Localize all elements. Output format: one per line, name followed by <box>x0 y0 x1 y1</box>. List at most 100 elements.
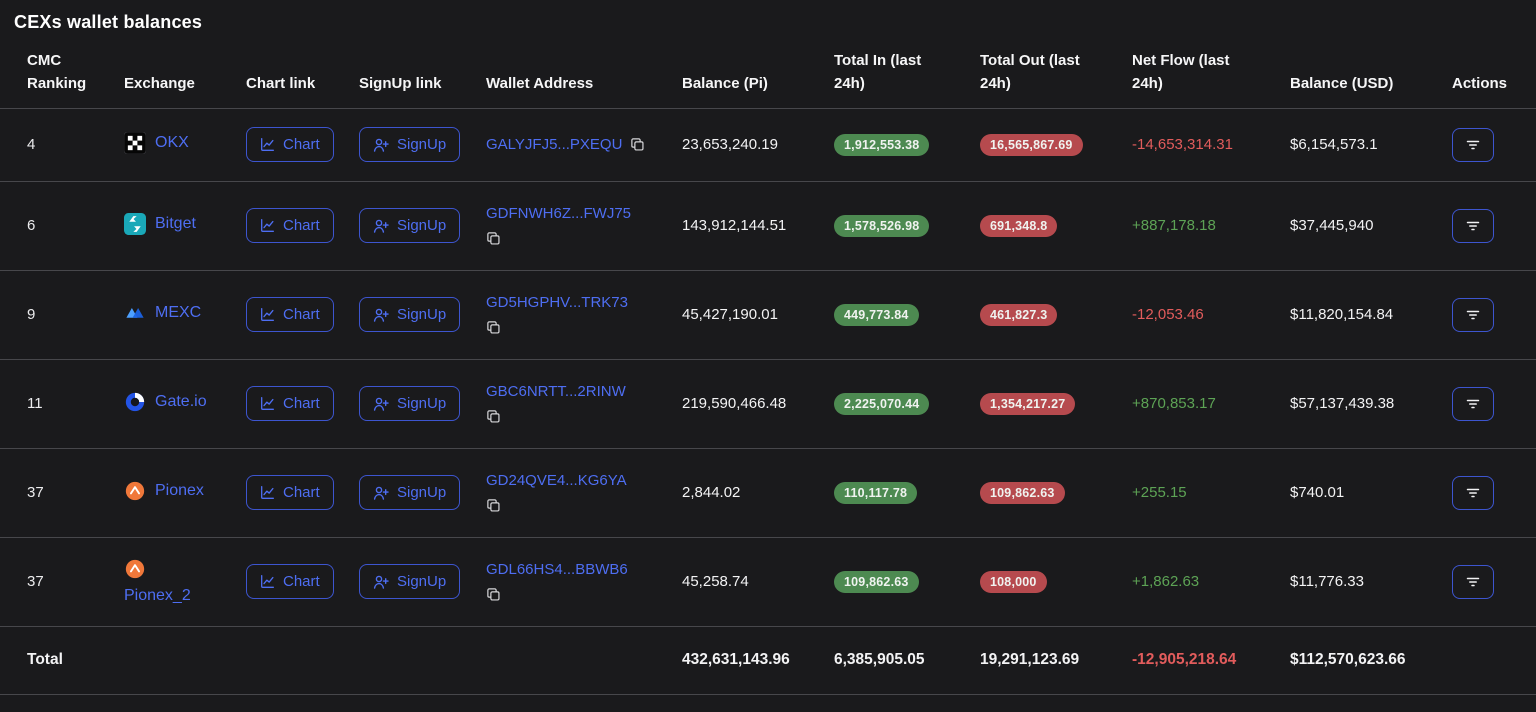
signup-button[interactable]: SignUp <box>359 297 460 332</box>
total-out-cell: 16,565,867.69 <box>980 134 1132 156</box>
total-out-sum: 19,291,123.69 <box>980 651 1132 669</box>
copy-address-button[interactable] <box>486 587 501 602</box>
copy-address-button[interactable] <box>630 137 645 152</box>
chart-button[interactable]: Chart <box>246 297 334 332</box>
total-in-badge: 1,912,553.38 <box>834 134 929 156</box>
signup-link-cell: SignUp <box>359 475 486 510</box>
balance-pi-cell: 45,427,190.01 <box>682 306 834 323</box>
pionex-logo-icon <box>124 480 146 502</box>
table-total-row: Total 432,631,143.96 6,385,905.05 19,291… <box>0 627 1536 695</box>
row-actions-button[interactable] <box>1452 128 1494 162</box>
filter-icon <box>1465 574 1481 590</box>
total-balance-pi: 432,631,143.96 <box>682 651 834 669</box>
exchange-link-okx[interactable]: OKX <box>124 132 189 154</box>
wallet-address-cell: GDL66HS4...BBWB6 <box>486 561 682 602</box>
exchange-name: OKX <box>155 134 189 152</box>
total-out-badge: 691,348.8 <box>980 215 1057 237</box>
signup-button[interactable]: SignUp <box>359 564 460 599</box>
balance-pi-cell: 219,590,466.48 <box>682 395 834 412</box>
wallet-address-link[interactable]: GD5HGPHV...TRK73 <box>486 294 628 311</box>
total-out-cell: 1,354,217.27 <box>980 393 1132 415</box>
copy-icon <box>486 231 501 246</box>
row-actions-button[interactable] <box>1452 209 1494 243</box>
total-in-cell: 1,912,553.38 <box>834 134 980 156</box>
copy-address-button[interactable] <box>486 231 501 246</box>
wallet-address-link[interactable]: GD24QVE4...KG6YA <box>486 472 627 489</box>
total-out-cell: 461,827.3 <box>980 304 1132 326</box>
total-in-badge: 449,773.84 <box>834 304 919 326</box>
copy-address-button[interactable] <box>486 498 501 513</box>
wallet-address-link[interactable]: GDL66HS4...BBWB6 <box>486 561 628 578</box>
total-in-cell: 110,117.78 <box>834 482 980 504</box>
col-header-wallet-address: Wallet Address <box>486 72 682 95</box>
total-in-cell: 2,225,070.44 <box>834 393 980 415</box>
total-in-sum: 6,385,905.05 <box>834 651 980 669</box>
copy-icon <box>486 587 501 602</box>
gateio-logo-icon <box>124 391 146 413</box>
balance-usd-cell: $6,154,573.1 <box>1290 136 1452 153</box>
exchange-link-mexc[interactable]: MEXC <box>124 302 201 324</box>
wallet-address-link[interactable]: GDFNWH6Z...FWJ75 <box>486 205 631 222</box>
net-flow-cell: -14,653,314.31 <box>1132 136 1290 153</box>
copy-address-button[interactable] <box>486 409 501 424</box>
balance-pi-cell: 143,912,144.51 <box>682 217 834 234</box>
exchange-link-bitget[interactable]: Bitget <box>124 213 196 235</box>
filter-icon <box>1465 396 1481 412</box>
actions-cell <box>1452 298 1520 332</box>
col-header-total-out: Total Out (last 24h) <box>980 49 1132 96</box>
chart-link-cell: Chart <box>246 475 359 510</box>
exchange-cell: Pionex_2 <box>124 558 246 605</box>
row-actions-button[interactable] <box>1452 298 1494 332</box>
total-net-flow: -12,905,218.64 <box>1132 651 1290 669</box>
copy-icon <box>486 409 501 424</box>
table-row: 37 Pionex Chart SignUp <box>0 449 1536 538</box>
chart-button[interactable]: Chart <box>246 564 334 599</box>
total-in-badge: 1,578,526.98 <box>834 215 929 237</box>
chart-button[interactable]: Chart <box>246 386 334 421</box>
total-in-badge: 2,225,070.44 <box>834 393 929 415</box>
filter-icon <box>1465 485 1481 501</box>
total-out-cell: 108,000 <box>980 571 1132 593</box>
actions-cell <box>1452 209 1520 243</box>
total-out-badge: 109,862.63 <box>980 482 1065 504</box>
net-flow-cell: -12,053.46 <box>1132 306 1290 323</box>
exchange-link-pionex[interactable]: Pionex <box>124 480 204 502</box>
chart-button[interactable]: Chart <box>246 127 334 162</box>
wallet-address-link[interactable]: GBC6NRTT...2RINW <box>486 383 626 400</box>
chart-button[interactable]: Chart <box>246 475 334 510</box>
col-header-cmc-ranking: CMC Ranking <box>27 49 124 96</box>
col-header-balance-usd: Balance (USD) <box>1290 72 1452 95</box>
line-chart-icon <box>260 218 275 233</box>
chart-button[interactable]: Chart <box>246 208 334 243</box>
balance-pi-cell: 45,258.74 <box>682 573 834 590</box>
actions-cell <box>1452 387 1520 421</box>
signup-button[interactable]: SignUp <box>359 127 460 162</box>
signup-button[interactable]: SignUp <box>359 386 460 421</box>
chart-link-cell: Chart <box>246 386 359 421</box>
actions-cell <box>1452 565 1520 599</box>
signup-link-cell: SignUp <box>359 127 486 162</box>
copy-icon <box>630 137 645 152</box>
copy-address-button[interactable] <box>486 320 501 335</box>
total-in-badge: 110,117.78 <box>834 482 917 504</box>
line-chart-icon <box>260 396 275 411</box>
exchange-cell: Gate.io <box>124 391 246 417</box>
wallet-address-link[interactable]: GALYJFJ5...PXEQU <box>486 136 622 153</box>
total-out-badge: 108,000 <box>980 571 1047 593</box>
chart-link-cell: Chart <box>246 208 359 243</box>
signup-button[interactable]: SignUp <box>359 475 460 510</box>
row-actions-button[interactable] <box>1452 565 1494 599</box>
signup-link-cell: SignUp <box>359 208 486 243</box>
exchange-link-pionex-2[interactable]: Pionex_2 <box>124 558 191 605</box>
row-actions-button[interactable] <box>1452 387 1494 421</box>
table-row: 37 Pionex_2 Chart SignUp <box>0 538 1536 627</box>
exchange-link-gateio[interactable]: Gate.io <box>124 391 207 413</box>
row-actions-button[interactable] <box>1452 476 1494 510</box>
copy-icon <box>486 320 501 335</box>
cex-wallet-balances-page: CEXs wallet balances CMC Ranking Exchang… <box>0 0 1536 695</box>
cmc-ranking-cell: 6 <box>27 217 124 234</box>
signup-button[interactable]: SignUp <box>359 208 460 243</box>
col-header-net-flow: Net Flow (last 24h) <box>1132 49 1290 96</box>
total-balance-usd: $112,570,623.66 <box>1290 651 1452 669</box>
balance-usd-cell: $11,820,154.84 <box>1290 306 1452 323</box>
